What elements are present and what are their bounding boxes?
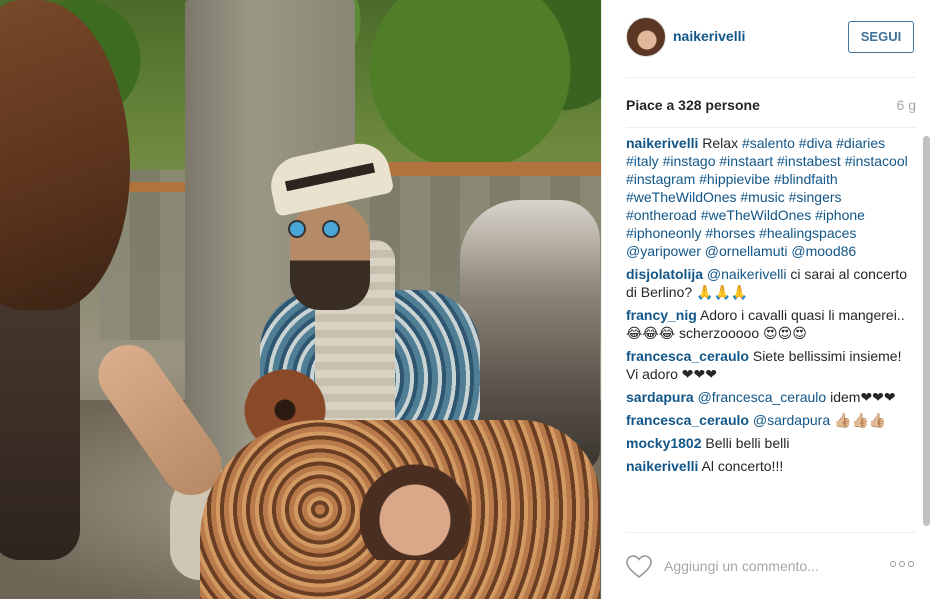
comment-input[interactable]: [664, 553, 864, 579]
comment-text: 👍🏼👍🏼👍🏼: [834, 412, 887, 428]
likes-count[interactable]: Piace a 328 persone: [626, 97, 760, 113]
likes-row: Piace a 328 persone 6 g: [626, 78, 916, 128]
heart-icon[interactable]: [626, 555, 654, 579]
comment-text: Belli belli belli: [705, 435, 790, 451]
comment-username[interactable]: disjolatolija: [626, 266, 703, 282]
comment-mention[interactable]: @francesca_ceraulo: [698, 389, 827, 405]
sunglasses: [288, 220, 348, 240]
caption-text: Relax: [702, 135, 739, 151]
comment-username[interactable]: francesca_ceraulo: [626, 412, 749, 428]
comment-mention[interactable]: @sardapura: [753, 412, 830, 428]
scroll-thumb[interactable]: [923, 136, 930, 526]
comment-item: mocky1802 Belli belli belli: [626, 434, 914, 452]
post-age[interactable]: 6 g: [897, 97, 916, 113]
comment-username[interactable]: naikerivelli: [626, 458, 698, 474]
caption: naikerivelli Relax #salento #diva #diari…: [626, 134, 914, 260]
comments-scrollbar[interactable]: [923, 134, 930, 529]
post-photo[interactable]: [0, 0, 601, 599]
comment-text: Al concerto!!!: [701, 458, 784, 474]
comment-text: idem❤❤❤: [830, 389, 896, 405]
avatar[interactable]: [626, 17, 666, 57]
comment-item: naikerivelli Al concerto!!!: [626, 457, 914, 475]
comment-username[interactable]: sardapura: [626, 389, 694, 405]
comment-username[interactable]: francy_nig: [626, 307, 697, 323]
comment-item: sardapura @francesca_ceraulo idem❤❤❤: [626, 388, 914, 406]
comment-container: disjolatolija @naikerivelli ci sarai al …: [626, 265, 914, 475]
face: [290, 200, 370, 310]
post-header: naikerivelli SEGUI: [626, 0, 916, 78]
comment-item: francesca_ceraulo @sardapura 👍🏼👍🏼👍🏼: [626, 411, 914, 429]
post-details-panel: naikerivelli SEGUI Piace a 328 persone 6…: [601, 0, 939, 599]
caption-username[interactable]: naikerivelli: [626, 135, 698, 151]
comment-item: francesca_ceraulo Siete bellissimi insie…: [626, 347, 914, 383]
caption-hashtags[interactable]: #salento #diva #diaries #italy #instago …: [626, 135, 908, 259]
username-link[interactable]: naikerivelli: [673, 28, 745, 44]
comments-list[interactable]: naikerivelli Relax #salento #diva #diari…: [626, 134, 914, 529]
follow-button[interactable]: SEGUI: [848, 21, 914, 53]
more-options-icon[interactable]: [890, 558, 916, 570]
woman-head: [360, 450, 470, 560]
comment-mention[interactable]: @naikerivelli: [707, 266, 787, 282]
comment-item: disjolatolija @naikerivelli ci sarai al …: [626, 265, 914, 301]
comment-username[interactable]: mocky1802: [626, 435, 702, 451]
comment-item: francy_nig Adoro i cavalli quasi li mang…: [626, 306, 914, 342]
post-footer: [626, 532, 916, 599]
comment-username[interactable]: francesca_ceraulo: [626, 348, 749, 364]
